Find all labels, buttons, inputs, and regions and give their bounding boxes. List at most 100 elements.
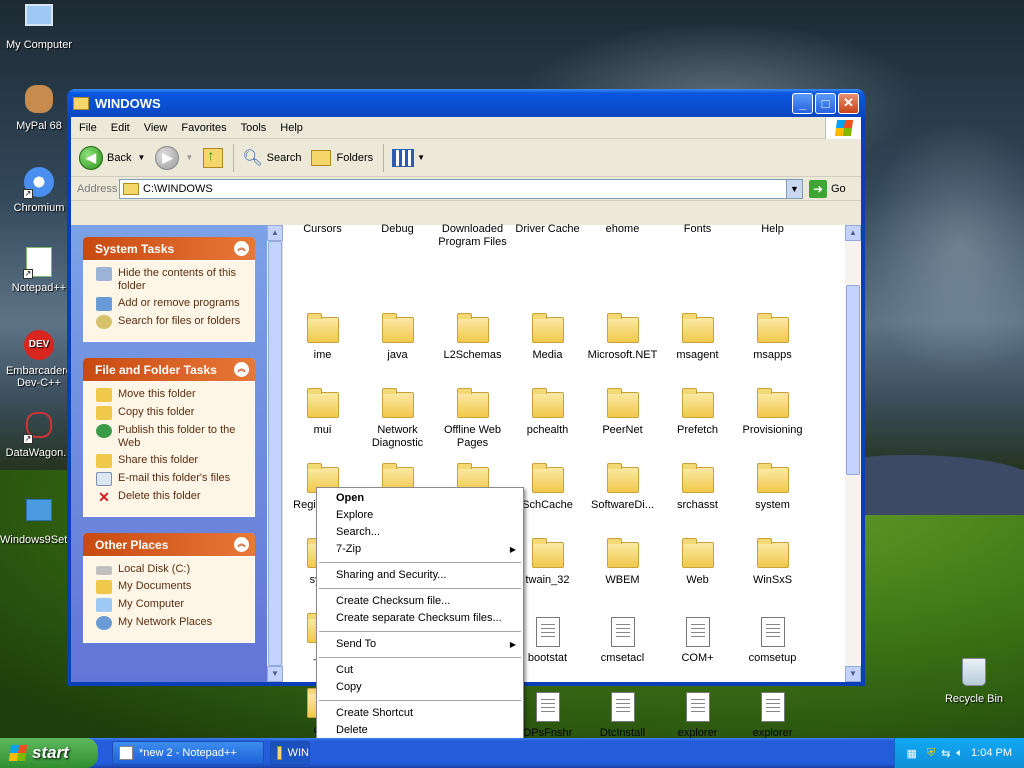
chevron-down-icon[interactable]: ▼ bbox=[137, 153, 145, 162]
context-menu-item[interactable]: Cut bbox=[317, 662, 523, 679]
panel-header[interactable]: Other Places ︽ bbox=[83, 533, 255, 556]
context-menu-item[interactable]: Copy bbox=[317, 679, 523, 696]
file-item[interactable]: Cursors bbox=[285, 223, 360, 236]
place-my-documents[interactable]: My Documents bbox=[96, 580, 246, 594]
views-button[interactable]: ▼ bbox=[392, 148, 425, 167]
panel-header[interactable]: File and Folder Tasks ︽ bbox=[83, 358, 255, 381]
context-menu-item[interactable]: Open bbox=[317, 490, 523, 507]
context-menu-item[interactable]: Sharing and Security... bbox=[317, 567, 523, 584]
task-move-folder[interactable]: Move this folder bbox=[96, 388, 246, 402]
title-bar[interactable]: WINDOWS _ □ ✕ bbox=[67, 89, 865, 117]
context-menu-item[interactable]: Search... bbox=[317, 524, 523, 541]
back-button[interactable]: ◀ Back ▼ bbox=[79, 145, 145, 170]
task-delete-folder[interactable]: ✕ Delete this folder bbox=[96, 490, 246, 504]
up-button[interactable]: ↑ bbox=[203, 147, 224, 168]
file-item[interactable]: L2Schemas bbox=[435, 313, 510, 362]
file-item[interactable]: PeerNet bbox=[585, 388, 660, 437]
desktop-icon-recycle-bin[interactable]: Recycle Bin bbox=[935, 658, 1013, 705]
menu-tools[interactable]: Tools bbox=[241, 122, 267, 134]
chevron-down-icon[interactable]: ▼ bbox=[185, 153, 193, 162]
file-item[interactable]: Provisioning bbox=[735, 388, 810, 437]
scroll-down-button[interactable]: ▼ bbox=[845, 666, 861, 682]
file-item[interactable]: comsetup bbox=[735, 617, 810, 665]
file-item[interactable]: DtcInstall bbox=[585, 692, 660, 740]
file-item[interactable]: Downloaded Program Files bbox=[435, 223, 510, 249]
file-item[interactable]: SoftwareDi... bbox=[585, 463, 660, 512]
file-item[interactable]: ehome bbox=[585, 223, 660, 236]
menu-favorites[interactable]: Favorites bbox=[181, 122, 226, 134]
file-item[interactable]: java bbox=[360, 313, 435, 362]
panel-header[interactable]: System Tasks ︽ bbox=[83, 237, 255, 260]
context-menu-item[interactable]: Create separate Checksum files... bbox=[317, 610, 523, 627]
clock[interactable]: 1:04 PM bbox=[971, 747, 1012, 759]
task-email-files[interactable]: E-mail this folder's files bbox=[96, 472, 246, 486]
desktop-icon-my-computer[interactable]: My Computer bbox=[0, 2, 78, 51]
file-item[interactable]: COM+ bbox=[660, 617, 735, 665]
file-item[interactable]: Media bbox=[510, 313, 585, 362]
file-item[interactable]: Web bbox=[660, 538, 735, 587]
context-menu-item[interactable]: Create Checksum file... bbox=[317, 593, 523, 610]
file-item[interactable]: WinSxS bbox=[735, 538, 810, 587]
scroll-down-button[interactable]: ▼ bbox=[267, 666, 283, 682]
collapse-chevron-icon[interactable]: ︽ bbox=[234, 362, 249, 377]
task-copy-folder[interactable]: Copy this folder bbox=[96, 406, 246, 420]
file-item[interactable]: system bbox=[735, 463, 810, 512]
go-button[interactable]: ➜ Go bbox=[809, 179, 846, 198]
address-dropdown-button[interactable]: ▼ bbox=[786, 179, 802, 198]
file-item[interactable]: mui bbox=[285, 388, 360, 437]
scroll-up-button[interactable]: ▲ bbox=[845, 225, 861, 241]
scroll-up-button[interactable]: ▲ bbox=[267, 225, 283, 241]
taskbar-item-explorer[interactable]: WIN bbox=[270, 741, 310, 765]
file-item[interactable]: msapps bbox=[735, 313, 810, 362]
file-item[interactable]: Debug bbox=[360, 223, 435, 236]
file-item[interactable]: srchasst bbox=[660, 463, 735, 512]
task-share-folder[interactable]: Share this folder bbox=[96, 454, 246, 468]
minimize-button[interactable]: _ bbox=[792, 92, 813, 114]
context-menu-item[interactable]: Send To ▶ bbox=[317, 636, 523, 653]
file-item[interactable]: Driver Cache bbox=[510, 223, 585, 236]
file-view-scrollbar[interactable]: ▲ ▼ bbox=[845, 225, 861, 682]
keyboard-icon[interactable]: ▦ bbox=[907, 747, 917, 760]
task-publish-folder[interactable]: Publish this folder to the Web bbox=[96, 424, 246, 450]
file-item[interactable]: cmsetacl bbox=[585, 617, 660, 665]
context-menu-item[interactable]: 7-Zip ▶ bbox=[317, 541, 523, 558]
left-pane-scrollbar[interactable]: ▲ ▼ bbox=[267, 225, 283, 682]
address-input[interactable]: C:\WINDOWS ▼ bbox=[119, 178, 803, 199]
forward-button[interactable]: ▶ ▼ bbox=[155, 145, 193, 170]
close-button[interactable]: ✕ bbox=[838, 92, 859, 114]
menu-help[interactable]: Help bbox=[280, 122, 303, 134]
task-add-remove-programs[interactable]: Add or remove programs bbox=[96, 297, 246, 311]
task-search[interactable]: Search for files or folders bbox=[96, 315, 246, 329]
search-button[interactable]: 🔍︎ Search bbox=[242, 148, 301, 168]
folders-button[interactable]: Folders bbox=[311, 149, 373, 166]
file-item[interactable]: Microsoft.NET bbox=[585, 313, 660, 362]
security-shield-icon[interactable]: ⛨ bbox=[927, 747, 935, 760]
place-my-computer[interactable]: My Computer bbox=[96, 598, 246, 612]
maximize-button[interactable]: □ bbox=[815, 92, 836, 114]
collapse-chevron-icon[interactable]: ︽ bbox=[234, 241, 249, 256]
context-menu-item[interactable]: Explore bbox=[317, 507, 523, 524]
task-hide-contents[interactable]: Hide the contents of this folder bbox=[96, 267, 246, 293]
scroll-thumb[interactable] bbox=[268, 241, 282, 666]
file-item[interactable]: explorer bbox=[660, 692, 735, 740]
start-button[interactable]: start bbox=[0, 738, 98, 768]
file-item[interactable]: ime bbox=[285, 313, 360, 362]
file-item[interactable]: explorer bbox=[735, 692, 810, 740]
place-network[interactable]: My Network Places bbox=[96, 616, 246, 630]
menu-edit[interactable]: Edit bbox=[111, 122, 130, 134]
taskbar-item-notepad[interactable]: *new 2 - Notepad++ bbox=[112, 741, 264, 765]
file-item[interactable]: pchealth bbox=[510, 388, 585, 437]
volume-icon[interactable]: 🔈︎ bbox=[956, 747, 963, 760]
file-item[interactable]: WBEM bbox=[585, 538, 660, 587]
file-item[interactable]: Fonts bbox=[660, 223, 735, 236]
network-icon[interactable]: ⇆ bbox=[941, 747, 950, 760]
menu-file[interactable]: File bbox=[79, 122, 97, 134]
file-item[interactable]: Prefetch bbox=[660, 388, 735, 437]
context-menu-item[interactable]: Create Shortcut bbox=[317, 705, 523, 722]
place-local-disk[interactable]: Local Disk (C:) bbox=[96, 563, 246, 576]
file-item[interactable]: Network Diagnostic bbox=[360, 388, 435, 450]
collapse-chevron-icon[interactable]: ︽ bbox=[234, 537, 249, 552]
file-item[interactable]: msagent bbox=[660, 313, 735, 362]
file-item[interactable]: Offline Web Pages bbox=[435, 388, 510, 450]
context-menu-item[interactable]: Delete bbox=[317, 722, 523, 739]
